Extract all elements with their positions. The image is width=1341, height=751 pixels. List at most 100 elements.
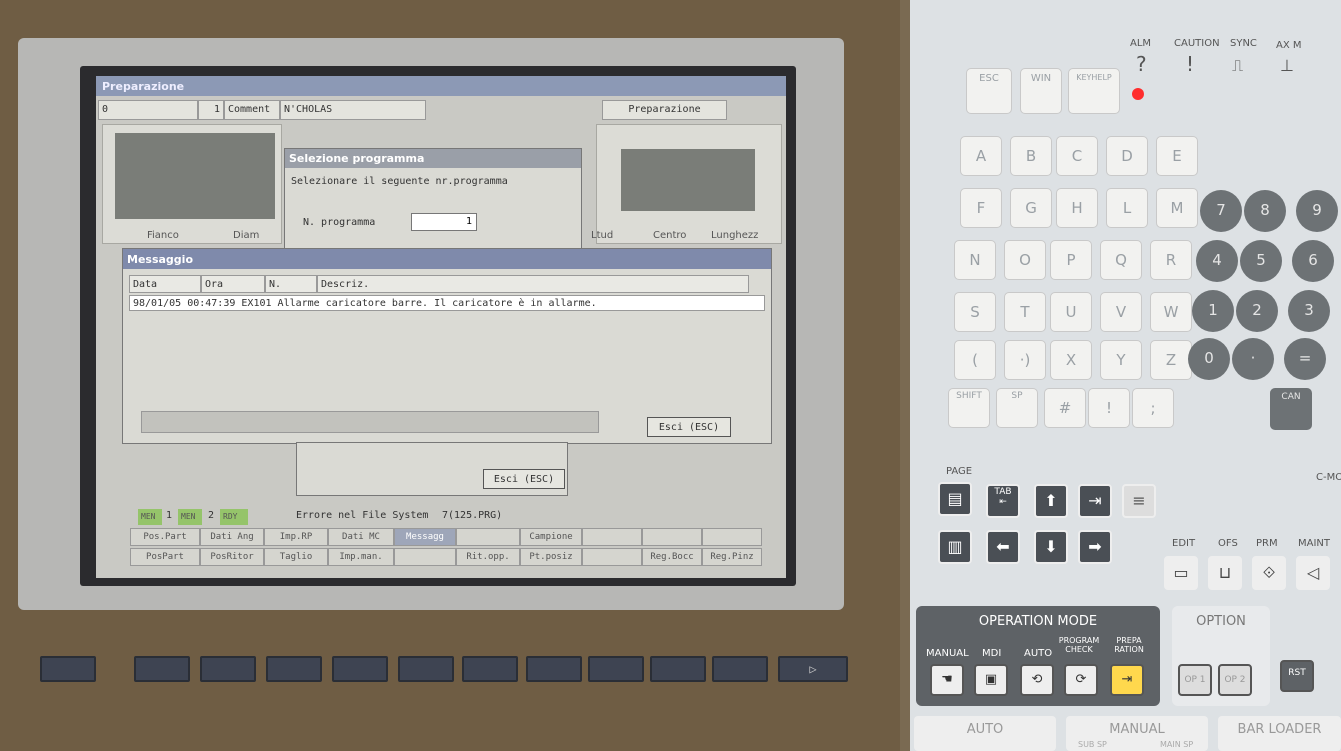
key-1-3[interactable]: L [1106,188,1148,228]
key-0-4[interactable]: E [1156,136,1198,176]
soft-key[interactable] [332,656,388,682]
message-scrollbar[interactable] [141,411,599,433]
fkey-bottom-6[interactable]: Pt.posiz [520,548,582,566]
cancel-key[interactable]: CAN [1270,388,1312,430]
fkey-bottom-3[interactable]: Imp.man. [328,548,394,566]
key-0-3[interactable]: D [1106,136,1148,176]
key-3-1[interactable]: T [1004,292,1046,332]
preparation-mode-icon[interactable]: ⇥ [1110,664,1144,696]
key-3-3[interactable]: V [1100,292,1142,332]
option-1-button[interactable]: OP 1 [1178,664,1212,696]
num-key-0-1[interactable]: 8 [1244,190,1286,232]
hash-key[interactable]: # [1044,388,1086,428]
parameter-key[interactable]: ⟐ [1252,556,1286,590]
fkey-top-2[interactable]: Imp.RP [264,528,328,546]
soft-key[interactable] [266,656,322,682]
exclamation-key[interactable]: ! [1088,388,1130,428]
option-2-button[interactable]: OP 2 [1218,664,1252,696]
soft-key[interactable] [588,656,644,682]
esc-key[interactable]: ESC [966,68,1012,114]
program-check-icon[interactable]: ⟳ [1064,664,1098,696]
key-2-3[interactable]: Q [1100,240,1142,280]
key-3-4[interactable]: W [1150,292,1192,332]
fkey-top-4[interactable]: Messagg [394,528,456,546]
num-key-3-0[interactable]: 0 [1188,338,1230,380]
num-key-2-1[interactable]: 2 [1236,290,1278,332]
key-1-2[interactable]: H [1056,188,1098,228]
fkey-bottom-2[interactable]: Taglio [264,548,328,566]
key-1-4[interactable]: M [1156,188,1198,228]
arrow-up-icon[interactable]: ⬆ [1034,484,1068,518]
page-down-icon[interactable]: ▥ [938,530,972,564]
reset-key[interactable]: RST [1280,660,1314,692]
tab-right-icon[interactable]: ⇥ [1078,484,1112,518]
key-3-2[interactable]: U [1050,292,1092,332]
fkey-top-8[interactable] [642,528,702,546]
fkey-bottom-9[interactable]: Reg.Pinz [702,548,762,566]
num-key-3-1[interactable]: · [1232,338,1274,380]
key-4-0[interactable]: ( [954,340,996,380]
key-4-1[interactable]: ·) [1004,340,1046,380]
key-2-1[interactable]: O [1004,240,1046,280]
tab-key[interactable]: TAB ⇤ [986,484,1020,518]
fkey-bottom-5[interactable]: Rit.opp. [456,548,520,566]
soft-key[interactable] [462,656,518,682]
arrow-left-icon[interactable]: ⬅ [986,530,1020,564]
soft-key[interactable] [712,656,768,682]
fkey-bottom-8[interactable]: Reg.Bocc [642,548,702,566]
fkey-top-3[interactable]: Dati MC [328,528,394,546]
insert-line-icon[interactable]: ≡ [1122,484,1156,518]
keyhelp-key[interactable]: KEYHELP [1068,68,1120,114]
key-1-1[interactable]: G [1010,188,1052,228]
soft-key[interactable] [40,656,96,682]
soft-key[interactable] [398,656,454,682]
num-key-2-0[interactable]: 1 [1192,290,1234,332]
soft-key[interactable] [134,656,190,682]
arrow-down-icon[interactable]: ⬇ [1034,530,1068,564]
auto-mode-icon[interactable]: ⟲ [1020,664,1054,696]
key-0-0[interactable]: A [960,136,1002,176]
key-4-3[interactable]: Y [1100,340,1142,380]
fkey-top-9[interactable] [702,528,762,546]
arrow-right-icon[interactable]: ➡ [1078,530,1112,564]
key-2-4[interactable]: R [1150,240,1192,280]
num-key-1-1[interactable]: 5 [1240,240,1282,282]
soft-key[interactable] [526,656,582,682]
num-key-1-2[interactable]: 6 [1292,240,1334,282]
soft-key[interactable] [650,656,706,682]
num-key-1-0[interactable]: 4 [1196,240,1238,282]
key-3-0[interactable]: S [954,292,996,332]
shift-key[interactable]: SHIFT [948,388,990,428]
key-2-2[interactable]: P [1050,240,1092,280]
key-4-4[interactable]: Z [1150,340,1192,380]
key-1-0[interactable]: F [960,188,1002,228]
win-key[interactable]: WIN [1020,68,1062,114]
table-row[interactable]: 98/01/05 00:47:39 EX101 Allarme caricato… [129,295,765,311]
mdi-mode-icon[interactable]: ▣ [974,664,1008,696]
fkey-bottom-7[interactable] [582,548,642,566]
space-key[interactable]: SP [996,388,1038,428]
fkey-bottom-4[interactable] [394,548,456,566]
manual-mode-icon[interactable]: ☚ [930,664,964,696]
num-key-3-2[interactable]: = [1284,338,1326,380]
fkey-top-1[interactable]: Dati Ang [200,528,264,546]
message-exit-button[interactable]: Esci (ESC) [647,417,731,437]
fkey-top-5[interactable] [456,528,520,546]
num-key-0-0[interactable]: 7 [1200,190,1242,232]
num-key-2-2[interactable]: 3 [1288,290,1330,332]
key-4-2[interactable]: X [1050,340,1092,380]
program-number-input[interactable]: 1 [411,213,477,231]
fkey-bottom-0[interactable]: PosPart [130,548,200,566]
fkey-top-6[interactable]: Campione [520,528,582,546]
soft-key[interactable] [200,656,256,682]
key-0-2[interactable]: C [1056,136,1098,176]
key-2-0[interactable]: N [954,240,996,280]
semicolon-key[interactable]: ; [1132,388,1174,428]
maint-key[interactable]: ◁ [1296,556,1330,590]
fkey-top-7[interactable] [582,528,642,546]
num-key-0-2[interactable]: 9 [1296,190,1338,232]
select-exit-button[interactable]: Esci (ESC) [483,469,565,489]
offset-key[interactable]: ⊔ [1208,556,1242,590]
key-0-1[interactable]: B [1010,136,1052,176]
fkey-top-0[interactable]: Pos.Part [130,528,200,546]
